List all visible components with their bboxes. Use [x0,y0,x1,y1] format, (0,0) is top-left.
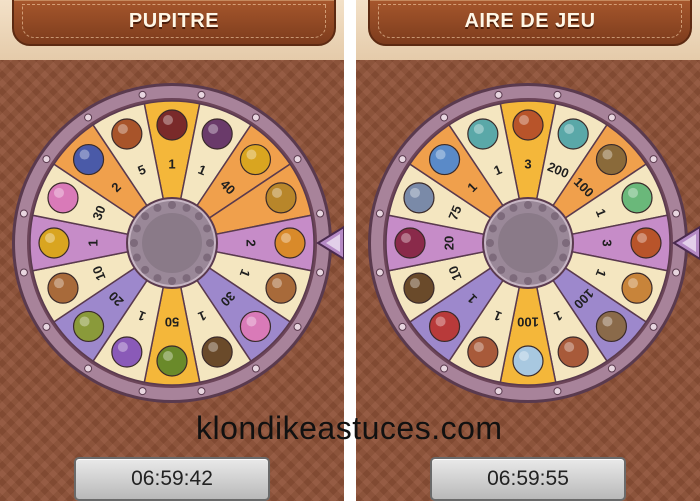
segment-value: 50 [165,315,179,330]
bread-bowl-icon [467,336,499,368]
rim-bead [138,90,147,99]
necklace-icon [428,310,461,343]
basket-icon [595,143,628,176]
segment-value: 2 [244,239,259,246]
segment-value: 1 [85,239,100,246]
countdown-timer: 06:59:55 [430,457,626,501]
berry-tart-icon [394,227,426,259]
teapot-icon [621,182,653,214]
location-title: AIRE DE JEU [464,9,596,32]
rim-bead [19,268,28,277]
croissant-icon [621,272,653,304]
bucket-icon [201,336,233,368]
sack-icon [595,310,628,343]
rim-bead [672,268,681,277]
segment-value: 1 [168,156,175,171]
cookie-icon [265,272,297,304]
cherry-tart-icon [156,109,188,141]
header-bar: PUPITRE [0,0,344,60]
yarn-icon [111,336,143,368]
herb-bundle-icon [156,345,188,377]
rim-bead [19,209,28,218]
rim-bead [84,113,93,122]
location-title: PUPITRE [128,9,220,32]
segment-value: 20 [441,236,456,250]
rim-bead [553,387,562,396]
rim-bead [375,268,384,277]
rim-bead [494,90,503,99]
cup-icon [467,118,499,150]
rim-bead [42,322,51,331]
rim-bead [197,90,206,99]
waffle-icon [274,227,306,259]
seeds-bowl-icon [72,310,105,343]
countdown-timer: 06:59:42 [74,457,270,501]
segment-value: 3 [600,239,615,246]
pickaxe-icon [265,182,297,214]
bread-bowl-icon [557,336,589,368]
rim-bead [197,387,206,396]
pie-icon [630,227,662,259]
rim-bead [649,155,658,164]
rim-bead [251,113,260,122]
prize-wheel[interactable]: 1 14021301501201013025 [0,75,344,445]
rim-bead [42,155,51,164]
rim-bead [316,268,325,277]
rim-bead [607,113,616,122]
pretzel-icon [111,118,143,150]
rim-bead [440,113,449,122]
rim-bead [316,209,325,218]
rim-bead [672,209,681,218]
worm-icon [47,182,79,214]
rim-bead [494,387,503,396]
bucket-icon [403,272,435,304]
worm-icon [239,310,272,343]
watermark-text: klondikeastuces.com [196,410,503,446]
rim-bead [649,322,658,331]
rim-bead [607,364,616,373]
prize-wheel[interactable]: 3 20010013110011001110207511 [356,75,700,445]
header-bar: AIRE DE JEU [356,0,700,60]
gold-coin-icon [239,143,272,176]
cookie-icon [47,272,79,304]
rim-bead [553,90,562,99]
rim-bead [398,155,407,164]
pie-icon [512,109,544,141]
location-title-tab: AIRE DE JEU [368,0,692,46]
gold-coin-icon [38,227,70,259]
location-title-tab: PUPITRE [12,0,336,46]
rim-bead [251,364,260,373]
rim-bead [84,364,93,373]
segment-value: 3 [524,156,531,171]
rim-bead [293,155,302,164]
crystal-rock-icon [512,345,544,377]
cup-icon [557,118,589,150]
jar-icon [403,182,435,214]
rim-bead [440,364,449,373]
rim-bead [138,387,147,396]
crystal-ball-icon [428,143,461,176]
rim-bead [375,209,384,218]
rim-bead [398,322,407,331]
segment-value: 100 [517,315,539,330]
rope-coil-icon [72,143,105,176]
rim-bead [293,322,302,331]
berry-cake-icon [201,118,233,150]
